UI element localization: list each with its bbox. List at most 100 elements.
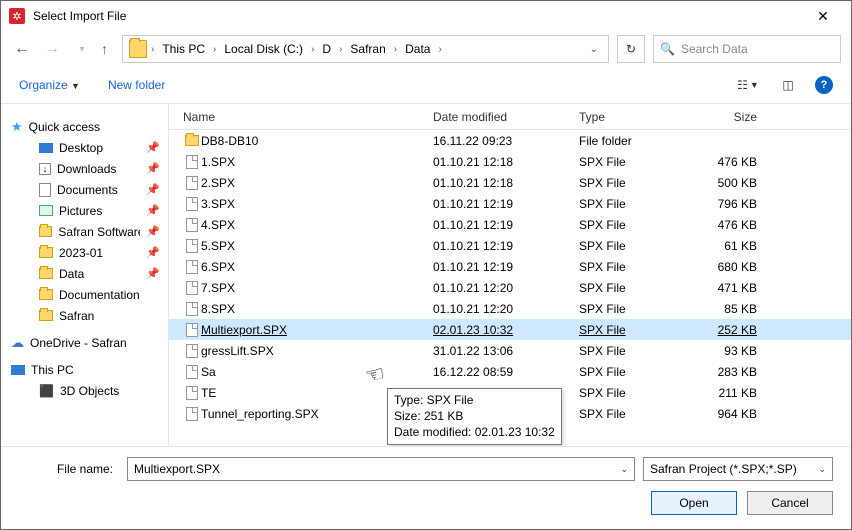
sidebar-item-folder[interactable]: Data📌 xyxy=(1,263,168,284)
chevron-right-icon: › xyxy=(149,44,156,55)
help-button[interactable]: ? xyxy=(815,76,833,94)
search-input[interactable]: 🔍 Search Data xyxy=(653,35,841,63)
cancel-button[interactable]: Cancel xyxy=(747,491,833,515)
refresh-button[interactable]: ↻ xyxy=(617,35,645,63)
up-button[interactable]: ↑ xyxy=(101,41,108,57)
crumb[interactable]: D xyxy=(318,42,335,56)
close-button[interactable]: ✕ xyxy=(803,8,843,25)
pin-icon: 📌 xyxy=(146,267,160,280)
star-icon: ★ xyxy=(11,119,23,135)
file-size: 93 KB xyxy=(697,344,767,358)
crumb[interactable]: Local Disk (C:) xyxy=(220,42,307,56)
file-size: 471 KB xyxy=(697,281,767,295)
sidebar-item-3d[interactable]: ⬛3D Objects xyxy=(1,380,168,401)
back-button[interactable]: ← xyxy=(11,40,33,58)
file-row[interactable]: 8.SPX01.10.21 12:20SPX File85 KB xyxy=(169,298,851,319)
folder-icon xyxy=(39,268,53,279)
file-name: 4.SPX xyxy=(201,218,433,232)
folder-icon xyxy=(39,247,53,258)
file-row[interactable]: 4.SPX01.10.21 12:19SPX File476 KB xyxy=(169,214,851,235)
file-row[interactable]: Multiexport.SPX02.01.23 10:32SPX File252… xyxy=(169,319,851,340)
filename-input[interactable]: Multiexport.SPX⌄ xyxy=(127,457,635,481)
file-size: 283 KB xyxy=(697,365,767,379)
cloud-icon: ☁ xyxy=(11,335,24,351)
pc-icon xyxy=(11,365,25,375)
file-date: 16.11.22 09:23 xyxy=(433,134,579,148)
file-type: SPX File xyxy=(579,344,697,358)
crumb[interactable]: This PC xyxy=(158,42,209,56)
desktop-icon xyxy=(39,143,53,153)
file-type: SPX File xyxy=(579,281,697,295)
pin-icon: 📌 xyxy=(146,141,160,154)
file-icon xyxy=(183,365,201,379)
forward-button[interactable]: → xyxy=(41,40,63,58)
file-size: 500 KB xyxy=(697,176,767,190)
file-size: 252 KB xyxy=(697,323,767,337)
window-title: Select Import File xyxy=(33,9,126,23)
file-row[interactable]: 6.SPX01.10.21 12:19SPX File680 KB xyxy=(169,256,851,277)
col-size[interactable]: Size xyxy=(697,110,767,124)
file-name: DB8-DB10 xyxy=(201,134,433,148)
preview-pane-button[interactable]: ◫ xyxy=(775,74,801,96)
recent-dropdown[interactable]: ▾ xyxy=(71,44,93,55)
sidebar-item-downloads[interactable]: ↓Downloads📌 xyxy=(1,158,168,179)
sidebar-item-folder[interactable]: Safran xyxy=(1,305,168,326)
crumb[interactable]: Data xyxy=(401,42,434,56)
organize-menu[interactable]: Organize ▼ xyxy=(19,78,80,92)
file-row[interactable]: 5.SPX01.10.21 12:19SPX File61 KB xyxy=(169,235,851,256)
file-row[interactable]: 2.SPX01.10.21 12:18SPX File500 KB xyxy=(169,172,851,193)
cube-icon: ⬛ xyxy=(39,384,54,398)
open-button[interactable]: Open xyxy=(651,491,737,515)
sidebar-onedrive[interactable]: ☁OneDrive - Safran xyxy=(1,332,168,353)
file-date: 31.01.22 13:06 xyxy=(433,344,579,358)
sidebar-item-folder[interactable]: 2023-01📌 xyxy=(1,242,168,263)
file-row[interactable]: DB8-DB1016.11.22 09:23File folder xyxy=(169,130,851,151)
sidebar-item-desktop[interactable]: Desktop📌 xyxy=(1,137,168,158)
folder-icon xyxy=(129,40,147,58)
sidebar-item-documents[interactable]: Documents📌 xyxy=(1,179,168,200)
pin-icon: 📌 xyxy=(146,162,160,175)
folder-icon xyxy=(39,289,53,300)
sidebar-item-folder[interactable]: Safran Software📌 xyxy=(1,221,168,242)
col-date[interactable]: Date modified xyxy=(433,110,579,124)
file-pane: Name Date modified Type Size DB8-DB1016.… xyxy=(169,104,851,446)
file-icon xyxy=(183,302,201,316)
column-headers[interactable]: Name Date modified Type Size xyxy=(169,104,851,130)
folder-icon xyxy=(183,135,201,146)
new-folder-button[interactable]: New folder xyxy=(108,78,165,92)
file-row[interactable]: 3.SPX01.10.21 12:19SPX File796 KB xyxy=(169,193,851,214)
sidebar-thispc[interactable]: This PC xyxy=(1,359,168,380)
col-type[interactable]: Type xyxy=(579,110,697,124)
footer: File name: Multiexport.SPX⌄ Safran Proje… xyxy=(1,447,851,529)
file-icon xyxy=(183,260,201,274)
view-mode-button[interactable]: ☷ ▼ xyxy=(735,74,761,96)
file-row[interactable]: Sa16.12.22 08:59SPX File283 KB xyxy=(169,361,851,382)
quick-access[interactable]: ★Quick access xyxy=(1,116,168,137)
address-dropdown[interactable]: ⌄ xyxy=(586,44,602,55)
filetype-filter[interactable]: Safran Project (*.SPX;*.SP)⌄ xyxy=(643,457,833,481)
file-date: 01.10.21 12:20 xyxy=(433,302,579,316)
file-name: 5.SPX xyxy=(201,239,433,253)
folder-icon xyxy=(39,226,52,237)
file-name: 2.SPX xyxy=(201,176,433,190)
file-name: 6.SPX xyxy=(201,260,433,274)
file-open-dialog: ✲ Select Import File ✕ ← → ▾ ↑ › This PC… xyxy=(0,0,852,530)
file-date: 01.10.21 12:18 xyxy=(433,155,579,169)
file-row[interactable]: 1.SPX01.10.21 12:18SPX File476 KB xyxy=(169,151,851,172)
mouse-cursor-icon: ☜ xyxy=(363,360,387,389)
crumb[interactable]: Safran xyxy=(346,42,389,56)
sidebar-item-pictures[interactable]: Pictures📌 xyxy=(1,200,168,221)
file-row[interactable]: gressLift.SPX31.01.22 13:06SPX File93 KB xyxy=(169,340,851,361)
file-size: 796 KB xyxy=(697,197,767,211)
file-type: SPX File xyxy=(579,239,697,253)
file-date: 16.12.22 08:59 xyxy=(433,365,579,379)
file-row[interactable]: 7.SPX01.10.21 12:20SPX File471 KB xyxy=(169,277,851,298)
nav-bar: ← → ▾ ↑ › This PC › Local Disk (C:) › D … xyxy=(1,31,851,67)
sidebar-item-folder[interactable]: Documentation xyxy=(1,284,168,305)
col-name[interactable]: Name xyxy=(183,110,433,124)
address-bar[interactable]: › This PC › Local Disk (C:) › D › Safran… xyxy=(122,35,609,63)
file-name: 7.SPX xyxy=(201,281,433,295)
titlebar: ✲ Select Import File ✕ xyxy=(1,1,851,31)
downloads-icon: ↓ xyxy=(39,163,51,175)
file-icon xyxy=(183,323,201,337)
